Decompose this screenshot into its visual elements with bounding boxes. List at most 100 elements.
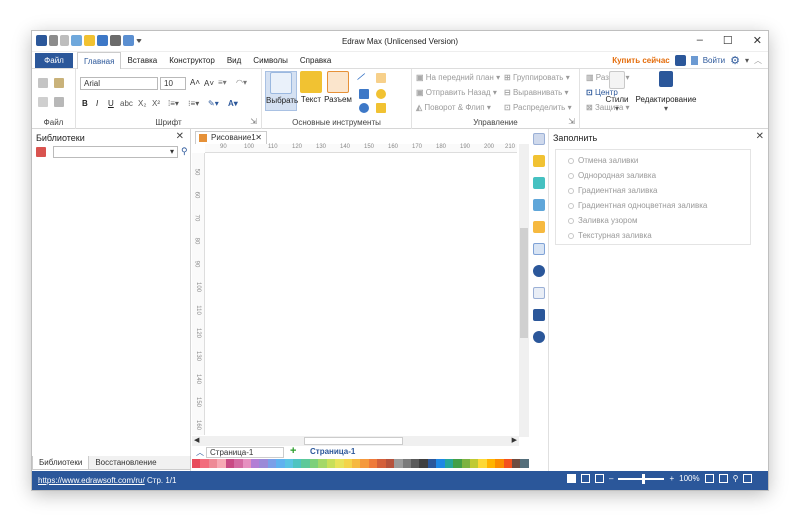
palette-swatch[interactable] xyxy=(427,459,437,468)
scroll-right-icon[interactable]: ▶ xyxy=(512,436,517,444)
ellipse-shape-icon[interactable] xyxy=(359,103,369,113)
subscript-icon[interactable]: X₂ xyxy=(138,99,146,108)
zoom-out-icon[interactable]: – xyxy=(609,474,613,483)
image-icon[interactable] xyxy=(533,199,545,211)
select-tool-button[interactable]: Выбрать xyxy=(265,71,298,111)
minimize-button[interactable]: – xyxy=(697,34,703,47)
palette-swatch[interactable] xyxy=(410,459,420,468)
strikethrough-icon[interactable]: abc xyxy=(120,99,133,108)
palette-swatch[interactable] xyxy=(469,459,479,468)
fill-icon[interactable] xyxy=(533,133,545,145)
gear-icon[interactable]: ⚙ xyxy=(730,54,740,67)
clear-format-icon[interactable]: ◠▾ xyxy=(236,78,247,87)
palette-swatch[interactable] xyxy=(276,459,285,468)
palette-swatch[interactable] xyxy=(478,459,487,468)
grow-font-icon[interactable]: A˄ xyxy=(190,78,200,87)
italic-icon[interactable]: I xyxy=(96,99,98,108)
connector-tool-button[interactable]: Разъем xyxy=(324,71,352,104)
palette-swatch[interactable] xyxy=(326,459,336,468)
font-size-select[interactable]: 10 xyxy=(160,77,186,90)
group-button[interactable]: ⊞ Группировать ▾ xyxy=(504,73,570,82)
share-icon[interactable] xyxy=(674,55,686,66)
palette-swatch[interactable] xyxy=(453,459,462,468)
help-icon[interactable] xyxy=(533,331,545,343)
normal-view-icon[interactable] xyxy=(567,474,576,483)
editing-button[interactable]: Редактирование ▾ xyxy=(634,71,698,113)
underline-icon[interactable]: U xyxy=(108,99,114,108)
palette-swatch[interactable] xyxy=(368,459,378,468)
zoom-search-icon[interactable]: ⚲ xyxy=(733,474,739,483)
palette-swatch[interactable] xyxy=(293,459,302,468)
point-shape-icon[interactable] xyxy=(376,89,386,99)
page-up-icon[interactable]: ︿ xyxy=(196,447,204,458)
buy-now-link[interactable]: Купить сейчас xyxy=(612,56,670,65)
libraries-close-icon[interactable]: ✕ xyxy=(176,131,184,142)
chevron-down-icon[interactable]: ▾ xyxy=(745,56,749,65)
fill-panel-close-icon[interactable]: ✕ xyxy=(756,131,764,142)
page-setup-icon[interactable] xyxy=(533,243,545,255)
palette-swatch[interactable] xyxy=(495,459,504,468)
close-button[interactable]: ✕ xyxy=(753,34,762,47)
bold-icon[interactable]: B xyxy=(82,99,88,108)
copy-icon[interactable] xyxy=(38,97,48,107)
palette-swatch[interactable] xyxy=(436,459,445,468)
palette-swatch[interactable] xyxy=(486,459,496,468)
palette-swatch[interactable] xyxy=(225,459,235,468)
distribute-button[interactable]: ⊡ Распределить ▾ xyxy=(504,103,572,112)
file-menu-button[interactable]: Файл xyxy=(35,53,73,68)
palette-swatch[interactable] xyxy=(284,459,294,468)
palette-swatch[interactable] xyxy=(360,459,369,468)
arc-shape-icon[interactable] xyxy=(376,73,386,83)
palette-swatch[interactable] xyxy=(503,459,513,468)
shrink-font-icon[interactable]: A˅ xyxy=(204,79,214,88)
rectangle-shape-icon[interactable] xyxy=(359,89,369,99)
palette-swatch[interactable] xyxy=(217,459,226,468)
shadow-icon[interactable] xyxy=(533,177,545,189)
fill-option-solid[interactable]: Однородная заливка xyxy=(568,171,656,180)
palette-swatch[interactable] xyxy=(419,459,428,468)
palette-swatch[interactable] xyxy=(267,459,277,468)
palette-swatch[interactable] xyxy=(520,459,529,468)
paste-icon[interactable] xyxy=(54,97,64,107)
scroll-left-icon[interactable]: ◀ xyxy=(194,436,199,444)
cut-icon[interactable] xyxy=(38,78,48,88)
tab-file-recovery[interactable]: Восстановление файлов xyxy=(89,456,191,481)
tab-libraries[interactable]: Библиотеки xyxy=(32,456,90,470)
superscript-icon[interactable]: X² xyxy=(152,99,160,108)
align-button[interactable]: ⊟ Выравнивать ▾ xyxy=(504,88,569,97)
palette-swatch[interactable] xyxy=(301,459,310,468)
page-tab-1[interactable]: Страница-1 xyxy=(310,447,355,456)
fit-page-icon[interactable] xyxy=(704,474,714,483)
palette-swatch[interactable] xyxy=(318,459,327,468)
format-painter-icon[interactable] xyxy=(54,78,64,88)
palette-swatch[interactable] xyxy=(208,459,218,468)
palette-swatch[interactable] xyxy=(242,459,251,468)
palette-swatch[interactable] xyxy=(234,459,243,468)
palette-swatch[interactable] xyxy=(352,459,361,468)
horizontal-scrollbar[interactable]: ◀ ▶ xyxy=(192,436,519,446)
layers-icon[interactable] xyxy=(533,221,545,233)
login-link[interactable]: Войти xyxy=(703,56,725,65)
zoom-in-icon[interactable]: + xyxy=(669,474,674,483)
drawing-page[interactable] xyxy=(206,154,516,435)
palette-swatch[interactable] xyxy=(394,459,403,468)
fit-width-icon[interactable] xyxy=(718,474,728,483)
zoom-slider-thumb[interactable] xyxy=(642,473,646,484)
palette-swatch[interactable] xyxy=(192,459,201,468)
highlight-icon[interactable]: ✎▾ xyxy=(208,99,219,108)
rotate-button[interactable]: ◭ Поворот & Флип ▾ xyxy=(416,103,491,112)
fullscreen-icon[interactable] xyxy=(743,474,753,483)
send-back-button[interactable]: ▣ Отправить Назад ▾ xyxy=(416,88,497,97)
presentation-icon[interactable] xyxy=(595,474,604,483)
styles-button[interactable]: Стили ▾ xyxy=(604,71,630,113)
library-dropdown-icon[interactable]: ▾ xyxy=(170,147,174,156)
document-tab-close-icon[interactable]: ✕ xyxy=(255,132,262,144)
horizontal-scroll-thumb[interactable] xyxy=(304,437,403,445)
palette-swatch[interactable] xyxy=(343,459,353,468)
fill-option-none[interactable]: Отмена заливки xyxy=(568,156,638,165)
maximize-button[interactable]: ☐ xyxy=(723,34,733,47)
palette-swatch[interactable] xyxy=(461,459,470,468)
palette-swatch[interactable] xyxy=(402,459,411,468)
library-icon[interactable] xyxy=(36,147,46,157)
zoom-slider[interactable] xyxy=(618,473,665,484)
